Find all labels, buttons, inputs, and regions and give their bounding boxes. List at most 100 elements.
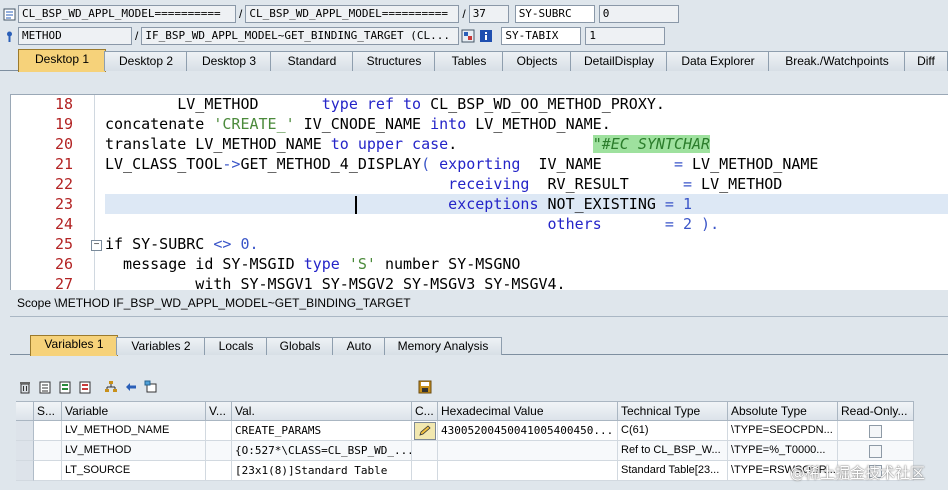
technical-type-cell: C(61)	[618, 421, 728, 441]
tab-locals[interactable]: Locals	[204, 337, 268, 355]
value-cell[interactable]: CREATE_PARAMS	[232, 421, 412, 441]
slash-separator: /	[239, 7, 243, 21]
tab-memory-analysis[interactable]: Memory Analysis	[384, 337, 502, 355]
tab-standard[interactable]: Standard	[270, 51, 354, 71]
tab-break-watchpoints[interactable]: Break./Watchpoints	[768, 51, 906, 71]
event-name-field[interactable]: IF_BSP_WD_APPL_MODEL~GET_BINDING_TARGET …	[141, 27, 460, 45]
code-line[interactable]: 20 translate LV_METHOD_NAME to upper case…	[11, 134, 948, 154]
code-line[interactable]: 19 concatenate 'CREATE_' IV_CNODE_NAME in…	[11, 114, 948, 134]
sy-subrc-value-field[interactable]: 0	[598, 5, 679, 23]
program-icon	[2, 7, 16, 21]
hex-value-cell	[438, 461, 618, 481]
tab-variables-2[interactable]: Variables 2	[116, 337, 206, 355]
tab-auto[interactable]: Auto	[332, 337, 386, 355]
code-line[interactable]: 23 exceptions NOT_EXISTING = 1	[11, 194, 948, 214]
value-cell[interactable]: {O:527*\CLASS=CL_BSP_WD_...	[232, 441, 412, 461]
floppy-save-icon[interactable]	[416, 378, 434, 396]
code-text: if SY-SUBRC <> 0.	[105, 235, 259, 253]
hierarchy-icon[interactable]	[102, 378, 120, 396]
hex-value-cell: 43005200450041005400450...	[438, 421, 618, 441]
variable-name-cell[interactable]: LT_SOURCE	[62, 461, 206, 481]
row-selector[interactable]	[16, 441, 34, 461]
variables-tab-bar: Variables 1 Variables 2 Locals Globals A…	[10, 335, 948, 356]
tab-desktop-1[interactable]: Desktop 1	[18, 49, 106, 72]
line-number: 22	[54, 175, 73, 193]
code-line[interactable]: 26 message id SY-MSGID type 'S' number S…	[11, 254, 948, 274]
code-text: message id SY-MSGID type 'S' number SY-M…	[105, 255, 521, 273]
sy-subrc-name-field[interactable]: SY-SUBRC	[514, 5, 595, 23]
row-selector[interactable]	[16, 461, 34, 481]
code-text: LV_METHOD type ref to CL_BSP_WD_OO_METHO…	[105, 95, 665, 113]
column-header-absolute-type[interactable]: Absolute Type	[728, 401, 838, 421]
load-icon[interactable]	[56, 378, 74, 396]
read-only-checkbox[interactable]	[869, 445, 882, 458]
column-header-hex[interactable]: Hexadecimal Value	[438, 401, 618, 421]
tab-diff[interactable]: Diff	[904, 51, 948, 71]
code-text: translate LV_METHOD_NAME to upper case. …	[105, 135, 711, 153]
tab-detaildisplay[interactable]: DetailDisplay	[570, 51, 668, 71]
column-header-technical-type[interactable]: Technical Type	[618, 401, 728, 421]
read-only-checkbox[interactable]	[869, 425, 882, 438]
variable-name-cell[interactable]: LV_METHOD_NAME	[62, 421, 206, 441]
navigate-arrows-icon[interactable]	[122, 378, 140, 396]
row-selector-header	[16, 401, 34, 421]
tab-variables-1[interactable]: Variables 1	[30, 335, 118, 356]
technical-type-cell: Standard Table[23...	[618, 461, 728, 481]
code-line[interactable]: 21 LV_CLASS_TOOL->GET_METHOD_4_DISPLAY( e…	[11, 154, 948, 174]
save-variables-icon[interactable]	[76, 378, 94, 396]
code-text: concatenate 'CREATE_' IV_CNODE_NAME into…	[105, 115, 611, 133]
column-header-v[interactable]: V...	[206, 401, 232, 421]
new-variable-icon[interactable]	[142, 378, 160, 396]
delete-icon[interactable]	[16, 378, 34, 396]
table-cell	[34, 461, 62, 481]
scope-label: Scope \METHOD IF_BSP_WD_APPL_MODEL~GET_B…	[17, 296, 411, 310]
tab-globals[interactable]: Globals	[266, 337, 334, 355]
tab-desktop-2[interactable]: Desktop 2	[104, 51, 188, 71]
delete-all-icon[interactable]	[36, 378, 54, 396]
event-type-field[interactable]: METHOD	[18, 27, 132, 45]
method-icon	[2, 29, 16, 43]
line-number: 23	[54, 195, 73, 213]
code-line[interactable]: 25 if SY-SUBRC <> 0.	[11, 234, 948, 254]
source-code-editor[interactable]: − 18 LV_METHOD type ref to CL_BSP_WD_OO_…	[10, 94, 948, 290]
pencil-edit-icon[interactable]	[414, 422, 436, 440]
code-text: receiving RV_RESULT = LV_METHOD	[448, 175, 783, 193]
divider	[10, 316, 948, 317]
code-text: with SY-MSGV1 SY-MSGV2 SY-MSGV3 SY-MSGV4…	[105, 275, 566, 290]
code-text: exceptions NOT_EXISTING = 1	[448, 195, 693, 213]
column-header-s[interactable]: S...	[34, 401, 62, 421]
sy-tabix-value-field[interactable]: 1	[585, 27, 666, 45]
code-text: LV_CLASS_TOOL->GET_METHOD_4_DISPLAY( exp…	[105, 155, 819, 173]
column-header-variable[interactable]: Variable	[62, 401, 206, 421]
line-field[interactable]: 37	[468, 5, 509, 23]
line-number: 25	[54, 235, 73, 253]
info-icon[interactable]	[479, 29, 493, 43]
column-header-value[interactable]: Val.	[232, 401, 412, 421]
code-line[interactable]: 22 receiving RV_RESULT = LV_METHOD	[11, 174, 948, 194]
line-number: 19	[54, 115, 73, 133]
variable-name-cell[interactable]: LV_METHOD	[62, 441, 206, 461]
navigate-icon[interactable]	[461, 29, 475, 43]
variables-toolbar	[16, 378, 162, 396]
program-info-row: CL_BSP_WD_APPL_MODEL========== / CL_BSP_…	[0, 4, 679, 24]
tab-desktop-3[interactable]: Desktop 3	[186, 51, 272, 71]
code-line[interactable]: 27 with SY-MSGV1 SY-MSGV2 SY-MSGV3 SY-MS…	[11, 274, 948, 290]
tab-data-explorer[interactable]: Data Explorer	[666, 51, 770, 71]
sy-tabix-name-field[interactable]: SY-TABIX	[501, 27, 582, 45]
value-cell[interactable]: [23x1(8)]Standard Table	[232, 461, 412, 481]
column-header-c[interactable]: C...	[412, 401, 438, 421]
tab-structures[interactable]: Structures	[352, 51, 436, 71]
watermark: @稀土掘金技术社区	[790, 464, 926, 482]
code-line[interactable]: 18 LV_METHOD type ref to CL_BSP_WD_OO_ME…	[11, 95, 948, 114]
table-cell	[412, 461, 438, 481]
row-selector[interactable]	[16, 421, 34, 441]
column-header-read-only[interactable]: Read-Only...	[838, 401, 914, 421]
table-cell	[412, 441, 438, 461]
include-field[interactable]: CL_BSP_WD_APPL_MODEL==========	[245, 5, 460, 23]
code-line[interactable]: 24 others = 2 ).	[11, 214, 948, 234]
tab-tables[interactable]: Tables	[434, 51, 504, 71]
line-number: 27	[54, 275, 73, 290]
tab-objects[interactable]: Objects	[502, 51, 572, 71]
slash-separator: /	[135, 29, 139, 43]
program-field[interactable]: CL_BSP_WD_APPL_MODEL==========	[18, 5, 236, 23]
